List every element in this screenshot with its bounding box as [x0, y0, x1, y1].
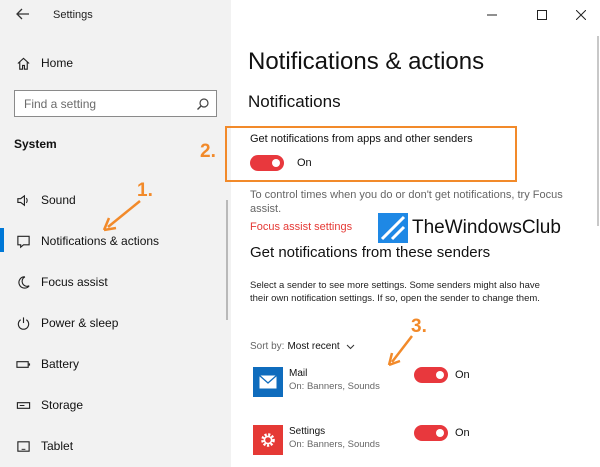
- battery-icon: [14, 355, 32, 373]
- maximize-button[interactable]: [528, 6, 556, 24]
- app-title: Settings: [53, 9, 93, 21]
- tablet-icon: [14, 437, 32, 455]
- watermark: TheWindowsClub: [378, 213, 561, 243]
- sidebar-item-tablet[interactable]: Tablet: [14, 436, 73, 456]
- focus-assist-settings-link[interactable]: Focus assist settings: [250, 221, 352, 233]
- back-arrow-icon[interactable]: [12, 7, 34, 25]
- active-indicator: [0, 228, 4, 252]
- search-input[interactable]: Find a setting: [24, 97, 196, 111]
- search-icon[interactable]: [196, 97, 210, 111]
- annotation-arrow-1-icon: [102, 200, 141, 232]
- sidebar-item-label: Storage: [41, 398, 84, 412]
- maximize-icon: [537, 10, 547, 20]
- toggle-knob: [436, 429, 444, 437]
- watermark-text: TheWindowsClub: [412, 217, 561, 238]
- mail-icon[interactable]: [253, 367, 283, 397]
- notification-icon: [14, 232, 32, 250]
- sidebar-item-notifications[interactable]: Notifications & actions: [14, 231, 159, 251]
- section-label-system: System: [14, 137, 57, 151]
- watermark-logo-icon: [378, 213, 408, 243]
- sidebar: Settings Home Find a setting System Soun…: [0, 0, 231, 467]
- focus-assist-info: To control times when you do or don't ge…: [250, 189, 563, 215]
- sidebar-item-label: Tablet: [41, 439, 74, 453]
- close-icon: [576, 10, 586, 20]
- toggle-knob: [272, 159, 280, 167]
- sidebar-item-label: Notifications & actions: [41, 234, 160, 248]
- senders-description: Select a sender to see more settings. So…: [250, 280, 540, 304]
- page-title: Notifications & actions: [248, 48, 485, 75]
- section-heading-notifications: Notifications: [248, 92, 341, 111]
- mail-toggle-state: On: [455, 369, 470, 381]
- sidebar-item-power-sleep[interactable]: Power & sleep: [14, 313, 118, 333]
- chevron-down-icon[interactable]: [346, 342, 355, 351]
- sidebar-scrollbar[interactable]: [226, 200, 228, 320]
- settings-gear-icon[interactable]: [253, 425, 283, 455]
- section-heading-senders: Get notifications from these senders: [250, 244, 491, 261]
- mail-notifications-toggle[interactable]: [414, 367, 448, 383]
- moon-icon: [14, 273, 32, 291]
- home-icon: [14, 54, 32, 72]
- settings-toggle-state: On: [455, 427, 470, 439]
- search-box[interactable]: Find a setting: [14, 90, 217, 117]
- main-notifications-toggle[interactable]: [250, 155, 284, 171]
- main-scrollbar[interactable]: [597, 36, 599, 226]
- sender-name-mail[interactable]: Mail: [289, 368, 307, 379]
- sender-detail-settings: On: Banners, Sounds: [289, 439, 380, 450]
- close-button[interactable]: [567, 6, 595, 24]
- sender-name-settings[interactable]: Settings: [289, 426, 325, 437]
- sort-label: Sort by:: [250, 341, 285, 352]
- settings-notifications-toggle[interactable]: [414, 425, 448, 441]
- speaker-icon: [14, 191, 32, 209]
- sidebar-item-label: Power & sleep: [41, 316, 119, 330]
- sidebar-item-focus-assist[interactable]: Focus assist: [14, 272, 108, 292]
- sidebar-item-label: Focus assist: [41, 275, 108, 289]
- sort-dropdown[interactable]: Sort by: Most recent: [250, 341, 355, 352]
- annotation-step-2: 2.: [200, 141, 216, 162]
- toggle-knob: [436, 371, 444, 379]
- power-icon: [14, 314, 32, 332]
- home-label: Home: [41, 56, 74, 70]
- sort-value[interactable]: Most recent: [287, 341, 339, 352]
- sidebar-item-battery[interactable]: Battery: [14, 354, 79, 374]
- storage-icon: [14, 396, 32, 414]
- sidebar-item-label: Battery: [41, 357, 80, 371]
- main-toggle-label: Get notifications from apps and other se…: [250, 133, 473, 145]
- minimize-button[interactable]: [478, 6, 506, 24]
- main-toggle-state: On: [297, 157, 312, 169]
- annotation-arrow-3-icon: [387, 335, 413, 367]
- home-button[interactable]: Home: [14, 53, 73, 73]
- sender-detail-mail: On: Banners, Sounds: [289, 381, 380, 392]
- sidebar-item-label: Sound: [41, 193, 76, 207]
- sidebar-item-storage[interactable]: Storage: [14, 395, 83, 415]
- sidebar-item-sound[interactable]: Sound: [14, 190, 76, 210]
- minimize-icon: [487, 14, 497, 16]
